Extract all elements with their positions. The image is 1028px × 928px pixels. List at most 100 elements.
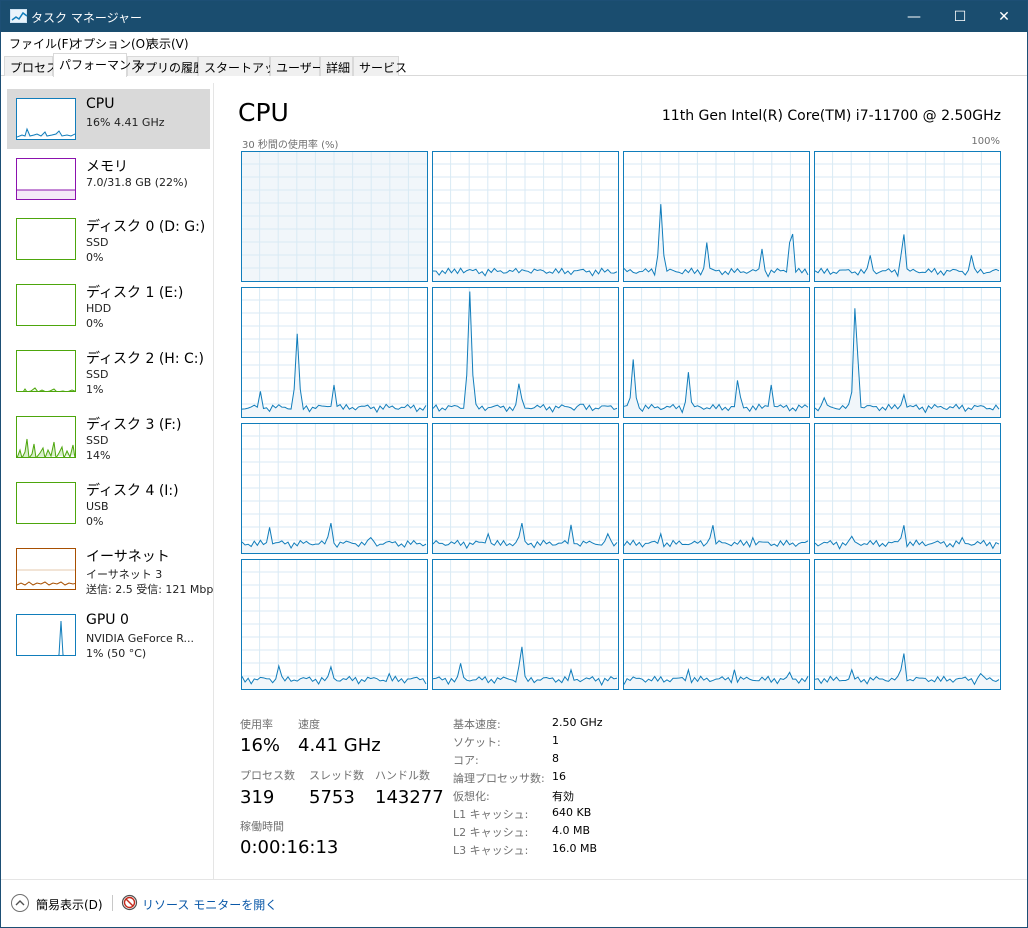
handles-label: ハンドル数: [375, 769, 430, 782]
footer-separator: [112, 895, 113, 911]
tab-users[interactable]: ユーザー: [270, 56, 324, 76]
spec-label: 基本速度:: [453, 718, 501, 731]
logical-processor-graph: [241, 559, 428, 690]
disk-1-thumbnail-graph: [16, 284, 76, 326]
spec-value: 4.0 MB: [552, 824, 591, 837]
disk-0-thumbnail-graph: [16, 218, 76, 260]
sidebar-item-usage: 1% (50 °C): [86, 647, 147, 660]
sidebar-item-label: GPU 0: [86, 612, 129, 628]
logical-processor-graph: [623, 423, 810, 554]
tab-services[interactable]: サービス: [353, 56, 407, 76]
disk-4-thumbnail-graph: [16, 482, 76, 524]
sidebar-item-gpu[interactable]: GPU 0 NVIDIA GeForce R... 1% (50 °C): [7, 605, 210, 665]
spec-value: 640 KB: [552, 806, 592, 819]
sidebar-item-type: USB: [86, 500, 109, 513]
sidebar-item-throughput: 送信: 2.5 受信: 121 Mbp: [86, 583, 214, 596]
sidebar-item-type: SSD: [86, 236, 109, 249]
menu-view[interactable]: 表示(V): [147, 35, 189, 52]
spec-label: ソケット:: [453, 736, 501, 749]
menu-bar: ファイル(F) オプション(O) 表示(V): [1, 32, 1027, 52]
logical-processor-graph: [814, 423, 1001, 554]
sidebar-item-cpu[interactable]: CPU 16% 4.41 GHz: [7, 89, 210, 149]
sidebar-item-label: ディスク 4 (I:): [86, 483, 179, 499]
sidebar-item-disk-2[interactable]: ディスク 2 (H: C:) SSD 1%: [7, 341, 210, 401]
logical-processor-graph: [432, 287, 619, 418]
spec-label: 論理プロセッサ数:: [453, 772, 545, 785]
close-button[interactable]: ✕: [981, 1, 1027, 32]
sidebar-item-disk-0[interactable]: ディスク 0 (D: G:) SSD 0%: [7, 209, 210, 269]
handles-value: 143277: [375, 787, 444, 808]
chevron-up-icon[interactable]: [11, 894, 29, 912]
menu-options[interactable]: オプション(O): [71, 35, 150, 52]
spec-value: 16.0 MB: [552, 842, 598, 855]
logical-processor-graph: [623, 559, 810, 690]
ethernet-thumbnail-graph: [16, 548, 76, 590]
spec-value: 16: [552, 770, 566, 783]
sidebar-item-usage: 0%: [86, 317, 104, 330]
sidebar-item-label: CPU: [86, 96, 115, 112]
speed-label: 速度: [298, 718, 320, 731]
menu-file[interactable]: ファイル(F): [9, 35, 73, 52]
sidebar-item-type: HDD: [86, 302, 112, 315]
fewer-details-button[interactable]: 簡易表示(D): [36, 896, 103, 913]
window-title: タスク マネージャー: [31, 11, 142, 25]
tab-startup[interactable]: スタートアップ: [198, 56, 288, 76]
title-bar[interactable]: タスク マネージャー — ☐ ✕: [1, 1, 1027, 32]
speed-value: 4.41 GHz: [298, 735, 381, 756]
sidebar-item-disk-4[interactable]: ディスク 4 (I:) USB 0%: [7, 473, 210, 533]
sidebar-item-usage: 0%: [86, 251, 104, 264]
memory-thumbnail-graph: [16, 158, 76, 200]
logical-processor-graph: [432, 151, 619, 282]
sidebar-item-usage: 0%: [86, 515, 104, 528]
taskmanager-icon: [10, 9, 28, 23]
logical-processor-graph: [241, 423, 428, 554]
task-manager-window: タスク マネージャー — ☐ ✕ ファイル(F) オプション(O) 表示(V) …: [0, 0, 1028, 928]
sidebar-item-label: イーサネット: [86, 549, 170, 565]
sidebar-item-usage: 14%: [86, 449, 111, 462]
minimize-button[interactable]: —: [891, 1, 937, 32]
spec-value: 1: [552, 734, 559, 747]
sidebar-item-type: SSD: [86, 368, 109, 381]
logical-processor-graph: [814, 559, 1001, 690]
logical-processor-graph: [241, 287, 428, 418]
spec-label: L3 キャッシュ:: [453, 844, 529, 857]
gpu-thumbnail-graph: [16, 614, 76, 656]
maximize-button[interactable]: ☐: [937, 1, 983, 32]
open-resource-monitor-link[interactable]: リソース モニターを開く: [142, 896, 277, 913]
uptime-value: 0:00:16:13: [240, 837, 339, 858]
threads-value: 5753: [309, 787, 355, 808]
logical-processor-graph: [432, 559, 619, 690]
cpu-model-name: 11th Gen Intel(R) Core(TM) i7-11700 @ 2.…: [661, 108, 1001, 124]
footer-divider: [1, 879, 1027, 880]
sidebar-item-label: メモリ: [86, 159, 128, 175]
processes-value: 319: [240, 787, 275, 808]
sidebar-item-memory[interactable]: メモリ 7.0/31.8 GB (22%): [7, 149, 210, 209]
graph-caption: 30 秒間の使用率 (%): [242, 140, 339, 151]
sidebar-item-model: NVIDIA GeForce R...: [86, 632, 195, 645]
resource-sidebar: CPU 16% 4.41 GHz メモリ 7.0/31.8 GB (22%) デ…: [1, 83, 213, 879]
utilization-label: 使用率: [240, 718, 273, 731]
graph-max-label: 100%: [971, 136, 1000, 147]
sidebar-item-usage: 1%: [86, 383, 104, 396]
sidebar-item-disk-1[interactable]: ディスク 1 (E:) HDD 0%: [7, 275, 210, 335]
tab-performance[interactable]: パフォーマンス: [53, 53, 143, 77]
spec-label: コア:: [453, 754, 479, 767]
resource-monitor-icon[interactable]: [121, 894, 138, 911]
cpu-core-graph-grid: [241, 151, 1001, 690]
spec-label: 仮想化:: [453, 790, 490, 803]
logical-processor-graph: [432, 423, 619, 554]
tab-processes[interactable]: プロセス: [4, 56, 58, 76]
sidebar-item-label: ディスク 3 (F:): [86, 417, 182, 433]
tab-strip: プロセス パフォーマンス アプリの履歴 スタートアップ ユーザー 詳細 サービス: [1, 52, 1027, 77]
sidebar-divider: [213, 83, 214, 879]
sidebar-item-detail: 16% 4.41 GHz: [86, 116, 165, 129]
sidebar-item-disk-3[interactable]: ディスク 3 (F:) SSD 14%: [7, 407, 210, 467]
sidebar-item-ethernet[interactable]: イーサネット イーサネット 3 送信: 2.5 受信: 121 Mbp: [7, 539, 214, 599]
logical-processor-graph: [241, 151, 428, 282]
logical-processor-graph: [623, 287, 810, 418]
tab-details[interactable]: 詳細: [320, 56, 353, 76]
sidebar-item-label: ディスク 0 (D: G:): [86, 219, 206, 235]
logical-processor-graph: [814, 287, 1001, 418]
spec-value: 8: [552, 752, 559, 765]
logical-processor-graph: [623, 151, 810, 282]
